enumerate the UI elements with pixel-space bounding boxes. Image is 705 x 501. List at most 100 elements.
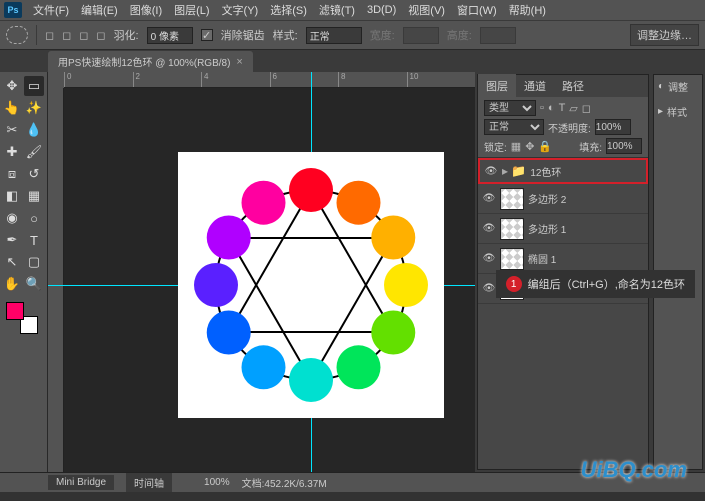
filter-smart-icon[interactable]: ◻ bbox=[582, 102, 591, 115]
selection-sub-icon[interactable]: ◻ bbox=[79, 29, 88, 42]
style-label: 样式: bbox=[273, 27, 298, 43]
selection-new-icon[interactable]: ◻ bbox=[45, 29, 54, 42]
artboard bbox=[178, 152, 444, 418]
tab-layers[interactable]: 图层 bbox=[478, 74, 516, 98]
filter-shape-icon[interactable]: ▱ bbox=[569, 102, 577, 115]
eyedropper-tool[interactable]: 💧 bbox=[24, 120, 44, 140]
layer-thumb bbox=[500, 188, 524, 210]
fill-label: 填充: bbox=[579, 139, 602, 154]
stamp-tool[interactable]: ⧈ bbox=[2, 164, 22, 184]
wand-tool[interactable]: ✨ bbox=[24, 98, 44, 118]
crop-tool[interactable]: ✂ bbox=[2, 120, 22, 140]
filter-adj-icon[interactable]: ◐ bbox=[548, 102, 555, 114]
menu-select[interactable]: 选择(S) bbox=[265, 0, 312, 20]
eraser-tool[interactable]: ◧ bbox=[2, 186, 22, 206]
menu-edit[interactable]: 编辑(E) bbox=[76, 0, 123, 20]
layer-polygon2[interactable]: 👁 多边形 2 bbox=[478, 184, 648, 214]
style-select[interactable] bbox=[306, 27, 362, 44]
lock-label: 锁定: bbox=[484, 139, 507, 154]
menu-file[interactable]: 文件(F) bbox=[28, 0, 74, 20]
marquee-tool[interactable]: ▭ bbox=[24, 76, 44, 96]
visibility-icon[interactable]: 👁 bbox=[484, 166, 498, 177]
adjust-icon: ◐ bbox=[658, 81, 664, 92]
menu-layer[interactable]: 图层(L) bbox=[169, 0, 214, 20]
layer-polygon1[interactable]: 👁 多边形 1 bbox=[478, 214, 648, 244]
pen-tool[interactable]: ✒ bbox=[2, 230, 22, 250]
menu-window[interactable]: 窗口(W) bbox=[452, 0, 502, 20]
ruler-vertical bbox=[48, 88, 64, 472]
doc-info: 文档:452.2K/6.37M bbox=[242, 475, 327, 490]
tab-channels[interactable]: 通道 bbox=[516, 74, 554, 98]
color-swatches[interactable] bbox=[6, 302, 38, 334]
ps-logo: Ps bbox=[4, 2, 22, 18]
styles-icon: ▸ bbox=[658, 106, 663, 117]
history-brush[interactable]: ↺ bbox=[24, 164, 44, 184]
layer-kind[interactable]: 类型 bbox=[484, 100, 536, 116]
visibility-icon[interactable]: 👁 bbox=[482, 223, 496, 234]
lock-pixels-icon[interactable]: ▦ bbox=[511, 140, 521, 153]
menu-3d[interactable]: 3D(D) bbox=[362, 2, 401, 18]
zoom-tool[interactable]: 🔍 bbox=[24, 274, 44, 294]
tab-styles[interactable]: ▸样式 bbox=[658, 104, 698, 119]
opacity-label: 不透明度: bbox=[548, 120, 591, 135]
fill-input[interactable] bbox=[606, 138, 642, 154]
refine-edge-button[interactable]: 调整边缘… bbox=[630, 24, 699, 46]
tab-timeline[interactable]: 时间轴 bbox=[126, 473, 172, 492]
brush-tool[interactable]: 🖌 bbox=[24, 142, 44, 162]
menubar: 文件(F) 编辑(E) 图像(I) 图层(L) 文字(Y) 选择(S) 滤镜(T… bbox=[0, 0, 705, 20]
close-icon[interactable]: × bbox=[236, 56, 242, 68]
blend-mode[interactable]: 正常 bbox=[484, 119, 544, 135]
ruler-horizontal: 0246810 bbox=[64, 72, 475, 88]
marquee-icon[interactable] bbox=[6, 26, 28, 44]
layer-thumb bbox=[500, 248, 524, 270]
tab-paths[interactable]: 路径 bbox=[554, 74, 592, 98]
zoom-level[interactable]: 100% bbox=[204, 477, 230, 488]
layer-name[interactable]: 12色环 bbox=[530, 164, 642, 179]
selection-add-icon[interactable]: ◻ bbox=[62, 29, 71, 42]
annotation-number: 1 bbox=[506, 276, 522, 292]
lock-pos-icon[interactable]: ✥ bbox=[525, 140, 534, 153]
layer-name[interactable]: 椭圆 1 bbox=[528, 251, 644, 266]
feather-input[interactable] bbox=[147, 27, 193, 44]
fg-color-swatch[interactable] bbox=[6, 302, 24, 320]
opacity-input[interactable] bbox=[595, 119, 631, 135]
blur-tool[interactable]: ◉ bbox=[2, 208, 22, 228]
visibility-icon[interactable]: 👁 bbox=[482, 253, 496, 264]
tab-minibridge[interactable]: Mini Bridge bbox=[48, 475, 114, 490]
shape-tool[interactable]: ▢ bbox=[24, 252, 44, 272]
gradient-tool[interactable]: ▦ bbox=[24, 186, 44, 206]
visibility-icon[interactable]: 👁 bbox=[482, 193, 496, 204]
folder-icon[interactable]: ▸ 📁 bbox=[502, 164, 526, 178]
layer-group-12color[interactable]: 👁 ▸ 📁 12色环 bbox=[478, 158, 648, 184]
height-label: 高度: bbox=[447, 27, 472, 43]
lock-all-icon[interactable]: 🔒 bbox=[538, 140, 552, 153]
lasso-tool[interactable]: 👆 bbox=[2, 98, 22, 118]
filter-type-icon[interactable]: T bbox=[559, 102, 566, 114]
menu-image[interactable]: 图像(I) bbox=[125, 0, 167, 20]
layer-name[interactable]: 多边形 2 bbox=[528, 191, 644, 206]
type-tool[interactable]: T bbox=[24, 230, 44, 250]
menu-help[interactable]: 帮助(H) bbox=[504, 0, 551, 20]
visibility-icon[interactable]: 👁 bbox=[482, 283, 496, 294]
document-tab[interactable]: 用PS快速绘制12色环 @ 100%(RGB/8) × bbox=[48, 51, 253, 72]
selection-int-icon[interactable]: ◻ bbox=[96, 29, 105, 42]
panel-tabs: 图层 通道 路径 bbox=[478, 75, 648, 97]
tab-adjust[interactable]: ◐调整 bbox=[658, 79, 698, 94]
layer-thumb bbox=[500, 218, 524, 240]
watermark: UiBQ.com bbox=[581, 457, 687, 483]
height-input bbox=[480, 27, 516, 44]
canvas-area[interactable]: 0246810 bbox=[48, 72, 475, 472]
menu-filter[interactable]: 滤镜(T) bbox=[314, 0, 360, 20]
antialias-check[interactable]: ✓ bbox=[201, 29, 213, 41]
filter-img-icon[interactable]: ▫ bbox=[540, 102, 544, 114]
ruler-corner bbox=[48, 72, 64, 88]
layer-name[interactable]: 多边形 1 bbox=[528, 221, 644, 236]
annotation-callout: 1 编组后（Ctrl+G）,命名为12色环 bbox=[496, 270, 695, 298]
hand-tool[interactable]: ✋ bbox=[2, 274, 22, 294]
move-tool[interactable]: ✥ bbox=[2, 76, 22, 96]
menu-type[interactable]: 文字(Y) bbox=[217, 0, 264, 20]
heal-tool[interactable]: ✚ bbox=[2, 142, 22, 162]
dodge-tool[interactable]: ○ bbox=[24, 208, 44, 228]
menu-view[interactable]: 视图(V) bbox=[403, 0, 450, 20]
path-tool[interactable]: ↖ bbox=[2, 252, 22, 272]
